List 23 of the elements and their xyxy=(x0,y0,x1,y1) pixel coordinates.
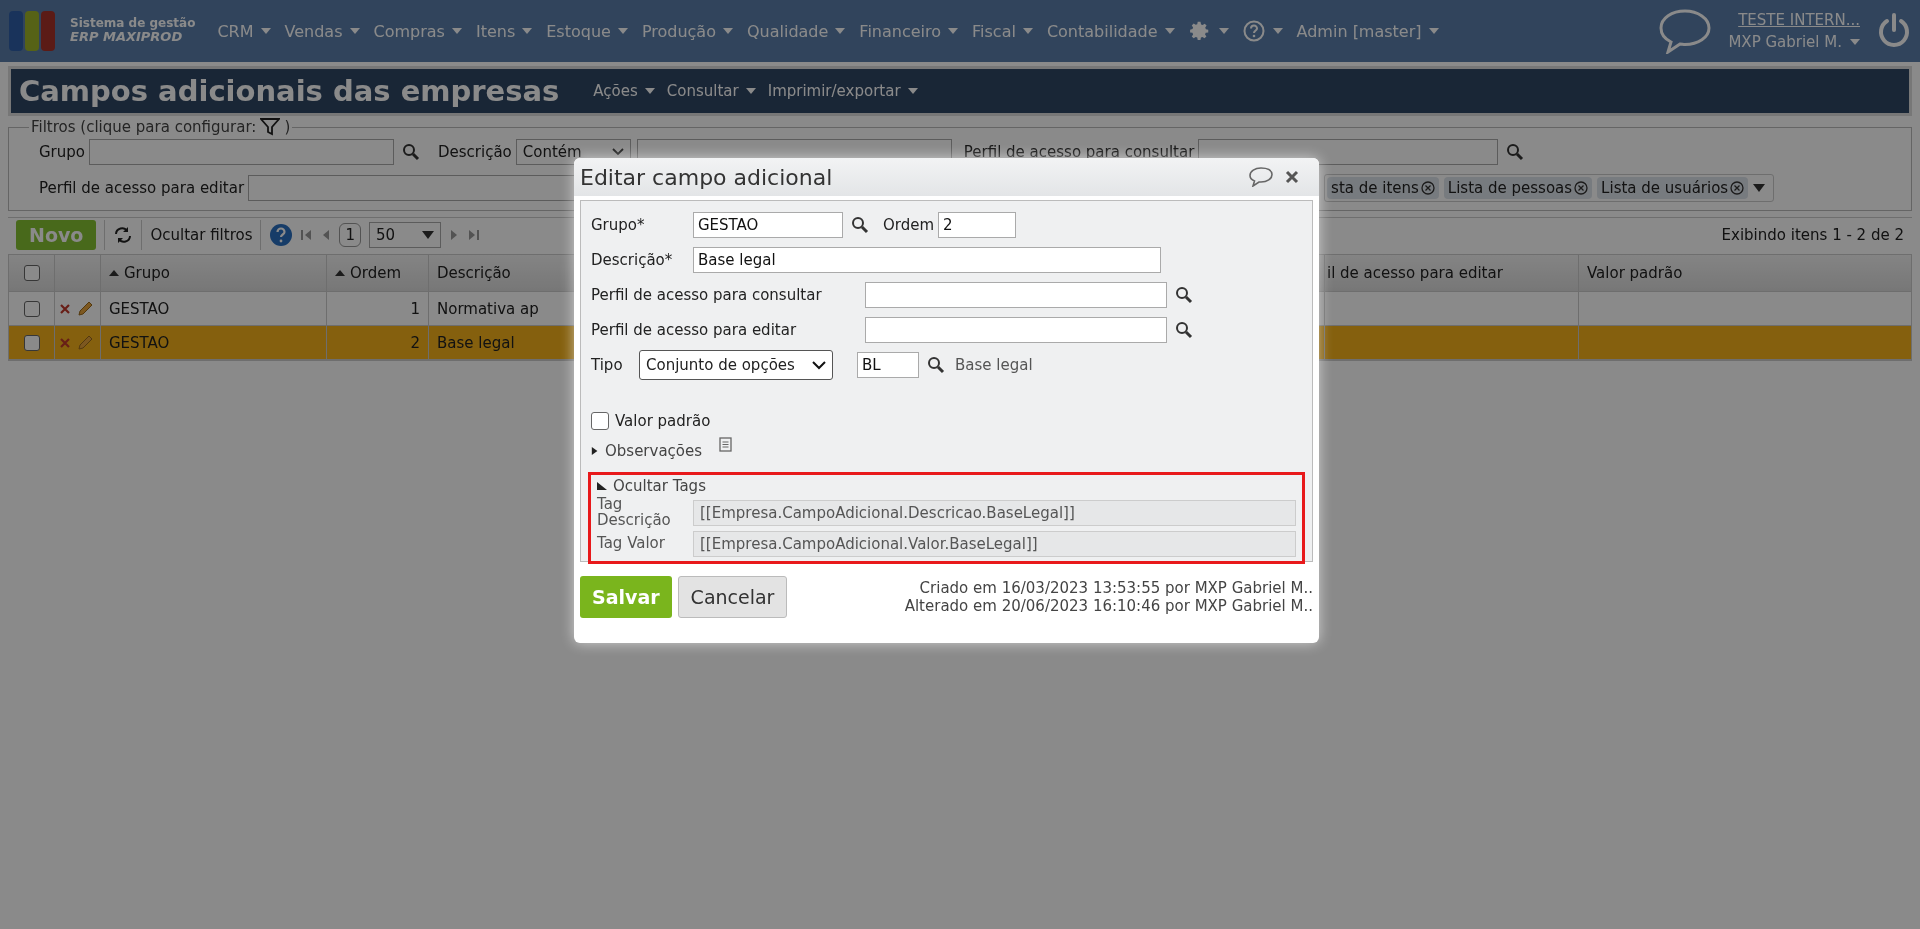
field-label: Descrição xyxy=(438,143,512,161)
field-label: Grupo xyxy=(39,143,85,161)
field-label: Perfil de acesso para consultar xyxy=(963,143,1195,161)
items-summary: Exibindo itens 1 - 2 de 2 xyxy=(1721,226,1904,244)
created-info: Criado em 16/03/2023 13:53:55 por MXP Gabriel M.. xyxy=(919,579,1313,597)
table-cell: GESTAO xyxy=(101,292,327,325)
logo-title: Sistema de gestão xyxy=(70,17,196,31)
table-cell: GESTAO xyxy=(101,326,327,359)
filters-legend-end: ) xyxy=(284,118,291,136)
type-name: Base legal xyxy=(955,356,1033,374)
page-title: Campos adicionais das empresas xyxy=(19,74,560,108)
tag-label: Tag Descrição xyxy=(597,497,672,529)
table-cell: 2 xyxy=(327,326,429,359)
field-label: Perfil de acesso para editar xyxy=(39,179,245,197)
table-cell: 1 xyxy=(327,292,429,325)
dialog-title: Editar campo adicional xyxy=(580,164,833,190)
tag-label: Tag Valor xyxy=(597,535,666,552)
field-label: Descrição* xyxy=(591,251,674,269)
logo-brand: ERP MAXIPROD xyxy=(70,30,183,45)
altered-info: Alterado em 20/06/2023 16:10:46 por MXP Gabriel M.. xyxy=(904,597,1313,615)
field-label: Grupo* xyxy=(591,216,646,234)
field-label: Tipo xyxy=(591,356,624,374)
field-label: Ordem xyxy=(883,216,935,234)
